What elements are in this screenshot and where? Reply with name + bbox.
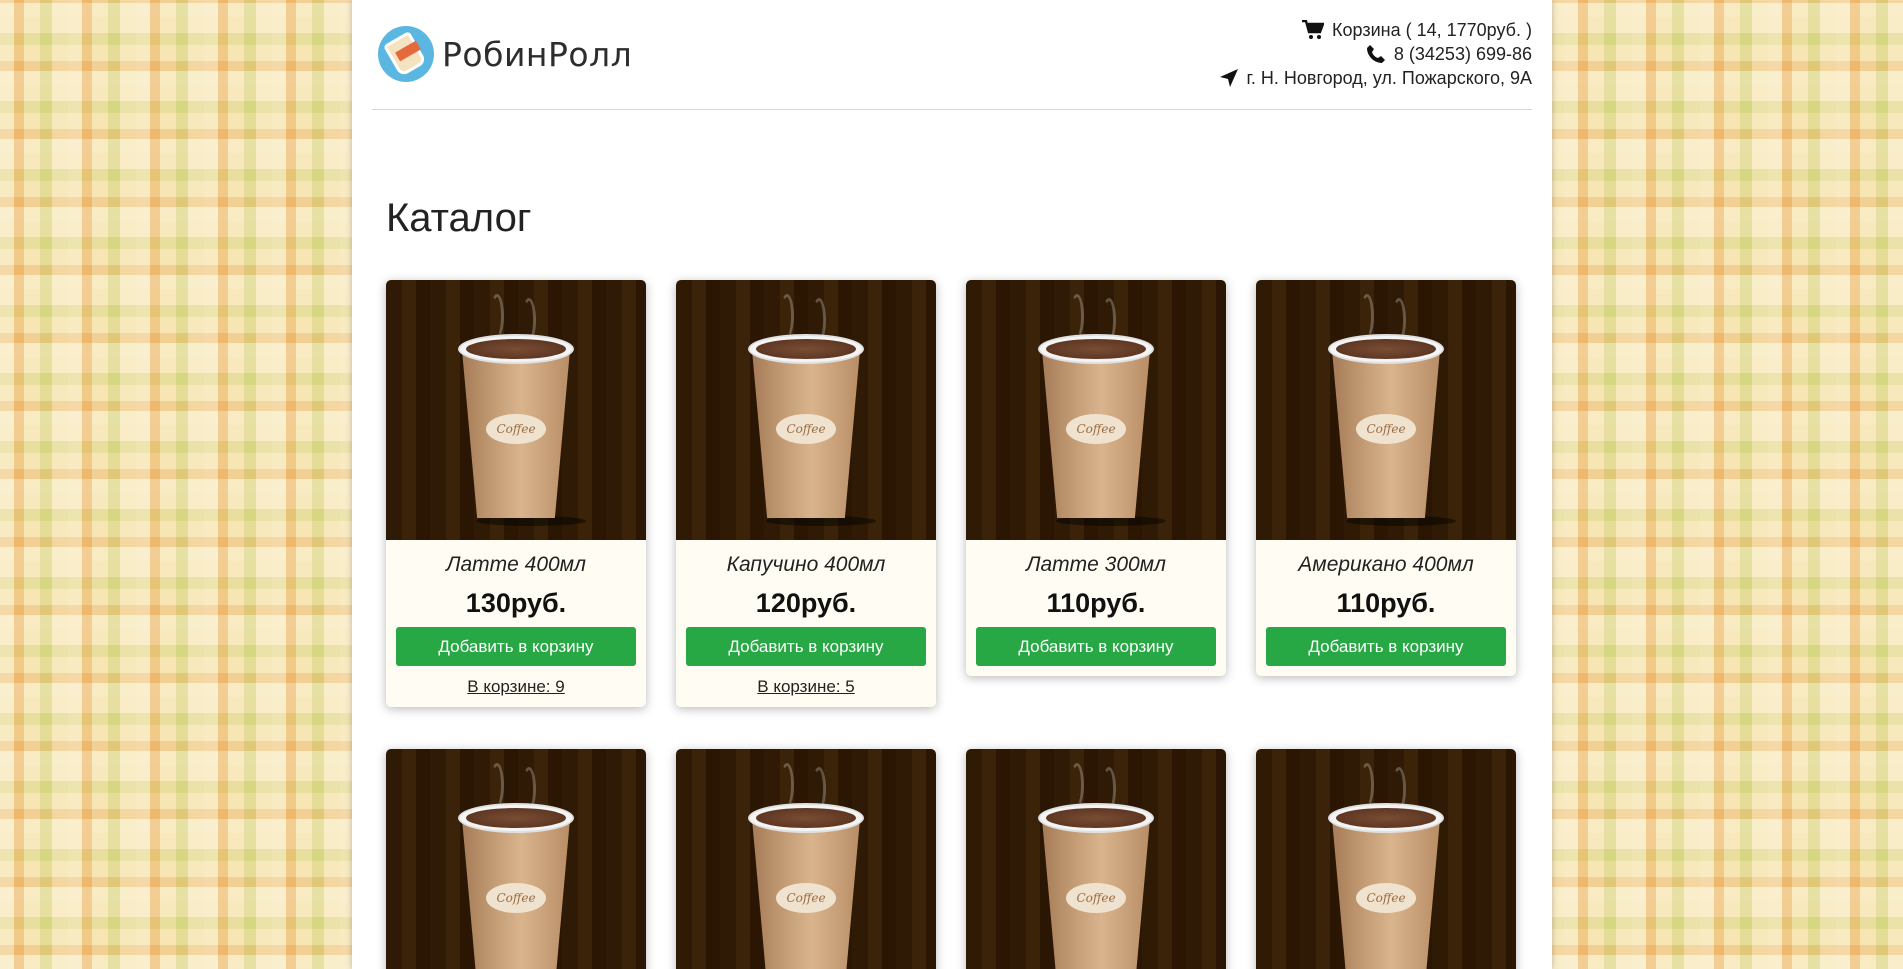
- add-to-cart-button[interactable]: Добавить в корзину: [976, 627, 1216, 666]
- logo-text: РобинРолл: [442, 34, 633, 74]
- add-to-cart-button[interactable]: Добавить в корзину: [1266, 627, 1506, 666]
- cup-label: Coffee: [776, 414, 836, 444]
- add-to-cart-button[interactable]: Добавить в корзину: [686, 627, 926, 666]
- product-card: Coffee Капучино 400мл 120руб. Добавить в…: [676, 280, 936, 707]
- product-name: Капучино 400мл: [726, 553, 886, 576]
- product-card: Coffee: [386, 749, 646, 969]
- product-image[interactable]: Coffee: [386, 749, 646, 969]
- header-contacts: Корзина ( 14, 1770руб. ) 8 (34253) 699-8…: [1217, 18, 1532, 90]
- product-image[interactable]: Coffee: [966, 280, 1226, 540]
- in-cart-link[interactable]: В корзине: 9: [386, 676, 646, 698]
- product-card: Coffee: [676, 749, 936, 969]
- site-header: РобинРолл Корзина ( 14, 1770руб. ) 8 (34…: [372, 0, 1532, 110]
- cup-label: Coffee: [1356, 414, 1416, 444]
- product-image[interactable]: Coffee: [1256, 280, 1516, 540]
- product-image[interactable]: Coffee: [676, 749, 936, 969]
- product-card: Coffee: [1256, 749, 1516, 969]
- in-cart-link[interactable]: В корзине: 5: [676, 676, 936, 698]
- product-card: Coffee Американо 400мл 110руб. Добавить …: [1256, 280, 1516, 676]
- cup-label: Coffee: [1066, 883, 1126, 913]
- address-row: г. Н. Новгород, ул. Пожарского, 9А: [1217, 66, 1532, 90]
- phone-link[interactable]: 8 (34253) 699-86: [1394, 42, 1532, 66]
- shopping-cart-icon[interactable]: [1302, 19, 1325, 40]
- product-card: Coffee Латте 300мл 110руб. Добавить в ко…: [966, 280, 1226, 676]
- cart-row: Корзина ( 14, 1770руб. ): [1217, 18, 1532, 42]
- phone-row: 8 (34253) 699-86: [1217, 42, 1532, 66]
- phone-icon: [1364, 44, 1386, 64]
- site-logo-link[interactable]: РобинРолл: [378, 26, 632, 82]
- product-name: Латте 300мл: [1026, 553, 1166, 576]
- product-name: Латте 400мл: [446, 553, 586, 576]
- address-text: г. Н. Новгород, ул. Пожарского, 9А: [1246, 68, 1532, 88]
- product-image[interactable]: Coffee: [1256, 749, 1516, 969]
- cup-label: Coffee: [486, 883, 546, 913]
- product-image[interactable]: Coffee: [386, 280, 646, 540]
- add-to-cart-button[interactable]: Добавить в корзину: [396, 627, 636, 666]
- product-card: Coffee: [966, 749, 1226, 969]
- product-price: 110руб.: [1336, 588, 1436, 618]
- product-card: Coffee Латте 400мл 130руб. Добавить в ко…: [386, 280, 646, 707]
- cup-label: Coffee: [776, 883, 836, 913]
- location-arrow-icon: [1217, 68, 1239, 88]
- product-price: 130руб.: [465, 588, 567, 618]
- product-image[interactable]: Coffee: [966, 749, 1226, 969]
- product-price: 110руб.: [1046, 588, 1146, 618]
- page-title: Каталог: [386, 196, 532, 240]
- page-container: РобинРолл Корзина ( 14, 1770руб. ) 8 (34…: [352, 0, 1552, 969]
- product-image[interactable]: Coffee: [676, 280, 936, 540]
- logo-icon: [378, 26, 434, 82]
- cup-label: Coffee: [1066, 414, 1126, 444]
- cup-label: Coffee: [486, 414, 546, 444]
- product-price: 120руб.: [755, 588, 857, 618]
- cup-label: Coffee: [1356, 883, 1416, 913]
- cart-link[interactable]: Корзина ( 14, 1770руб. ): [1332, 18, 1532, 42]
- product-name: Американо 400мл: [1298, 553, 1474, 576]
